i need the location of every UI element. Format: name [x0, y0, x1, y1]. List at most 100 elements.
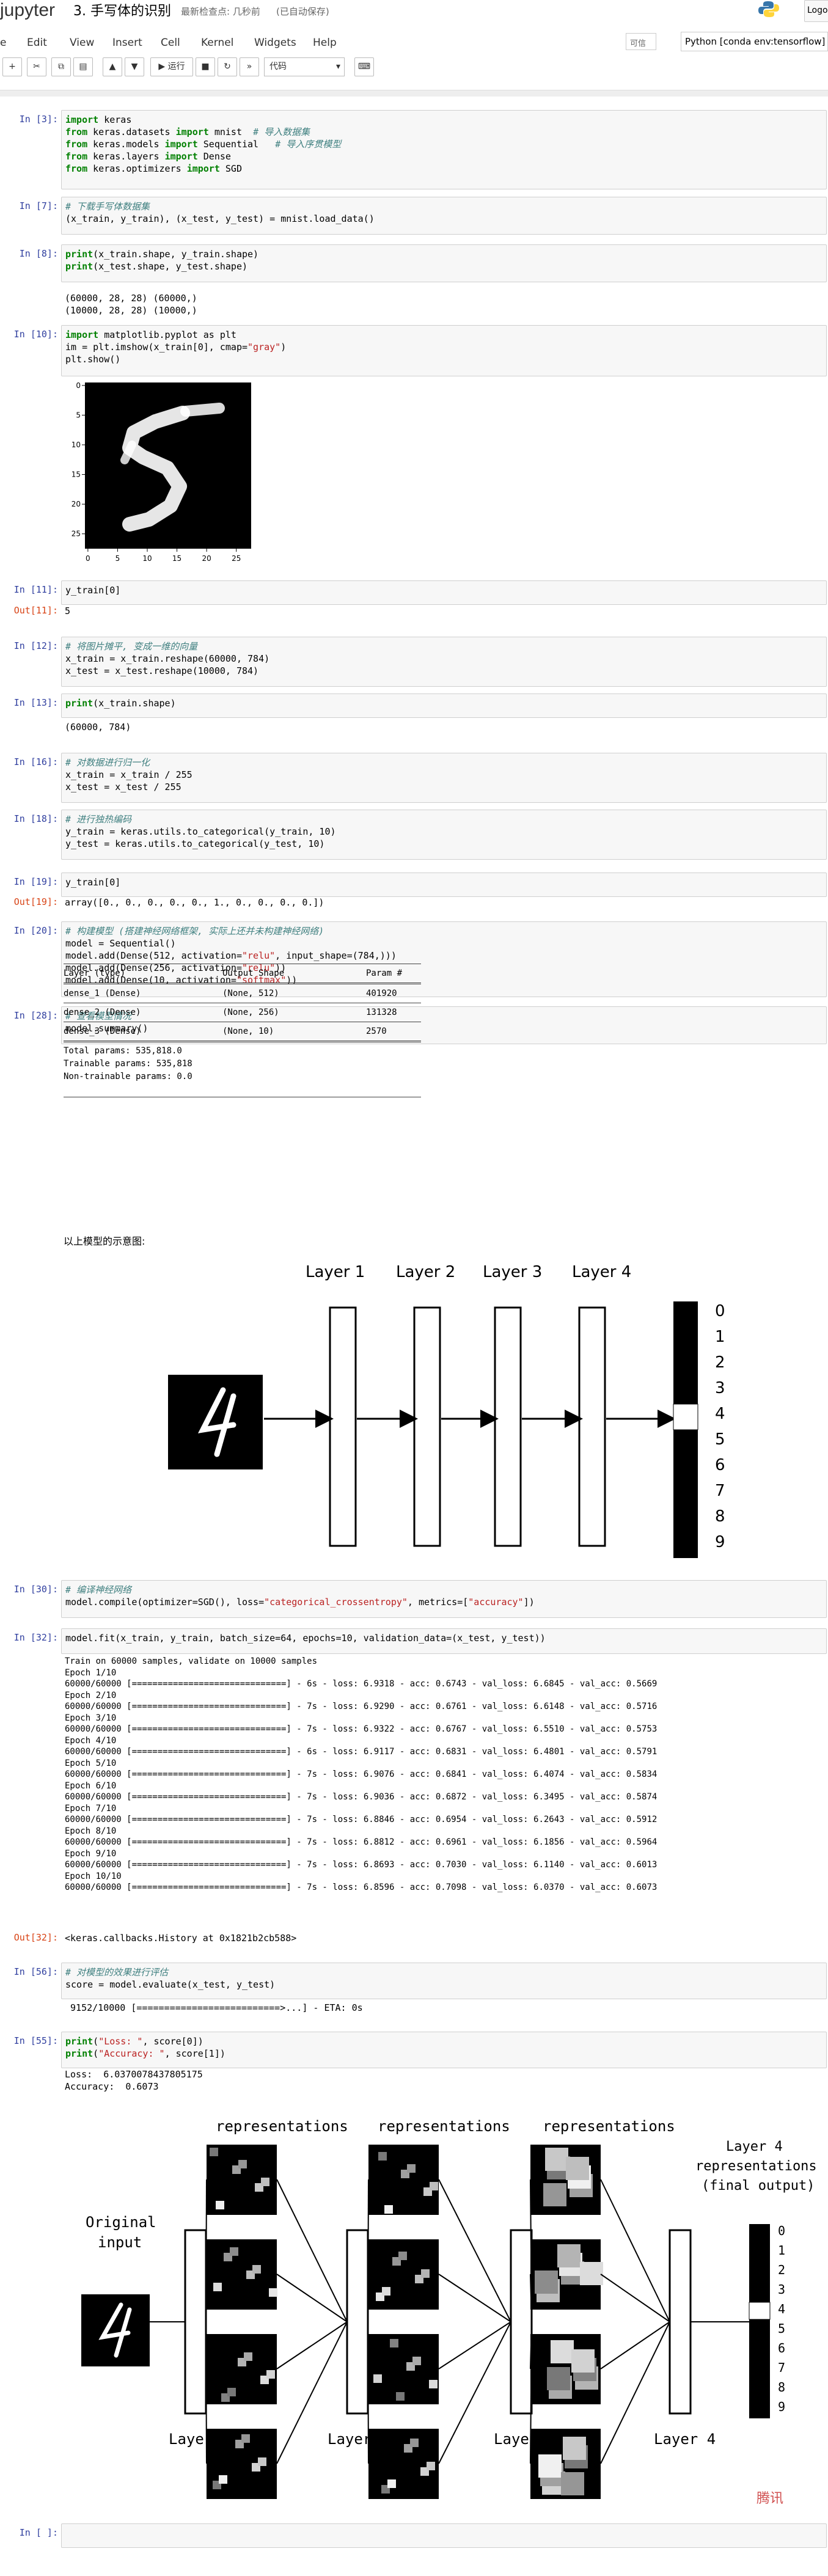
fast-forward-button[interactable]: »	[240, 57, 259, 76]
code-cell-input[interactable]: print(x_train.shape)	[61, 693, 827, 718]
connector-line	[438, 2274, 511, 2322]
output-active-cell	[749, 2302, 771, 2320]
representation-activation	[407, 2164, 416, 2173]
code-cell-input[interactable]: # 对数据进行归一化 x_train = x_train / 255 x_tes…	[61, 753, 827, 803]
code-cell-input[interactable]: import matplotlib.pyplot as plt im = plt…	[61, 325, 827, 376]
layer1-box	[184, 2229, 207, 2415]
code-cell-input[interactable]: # 对模型的效果进行评估 score = model.evaluate(x_te…	[61, 1963, 827, 1999]
final-output-label: (final output)	[702, 2178, 815, 2194]
total-params: Total params: 535,818.0	[64, 1046, 182, 1056]
cell-output: array([0., 0., 0., 0., 0., 1., 0., 0., 0…	[65, 897, 324, 908]
output-digit-label: 7	[778, 2360, 785, 2375]
paste-button[interactable]: ▤	[73, 57, 93, 76]
summary-param-count: 401920	[366, 989, 397, 998]
summary-output-shape: (None, 512)	[222, 989, 279, 998]
representation-activation	[219, 2475, 227, 2484]
y-tick-label: 5	[76, 411, 81, 419]
input-prompt: In [56]:	[13, 1966, 58, 1977]
representation-tile	[207, 2239, 277, 2310]
summary-layer-name: dense_1 (Dense)	[64, 989, 141, 998]
fast-forward-icon: »	[246, 62, 252, 71]
representation-activation	[227, 2388, 236, 2396]
logout-button[interactable]: Logout	[804, 0, 828, 22]
x-tick-label: 5	[115, 554, 120, 563]
menu-edit[interactable]: Edit	[27, 37, 47, 49]
code-cell-input[interactable]	[61, 2523, 827, 2548]
input-prompt: In [3]:	[19, 114, 58, 125]
chevron-down-icon: ▾	[335, 62, 340, 71]
menu-kernel[interactable]: Kernel	[201, 37, 233, 49]
code-cell-input[interactable]: y_train[0]	[61, 873, 827, 897]
input-prompt: In [11]:	[13, 584, 58, 595]
output-digit-label: 2	[778, 2263, 785, 2277]
layer-label: Layer 4	[654, 2431, 716, 2448]
code-cell-input[interactable]: import keras from keras.datasets import …	[61, 110, 827, 189]
summary-col-params: Param #	[366, 968, 403, 978]
representation-activation	[566, 2157, 589, 2180]
command-palette-button[interactable]: ⌨	[354, 57, 374, 76]
summary-row: dense_1 (Dense) (None, 512) 401920	[64, 984, 421, 1003]
jupyter-logo[interactable]: jupyter	[0, 0, 55, 21]
copy-button[interactable]: ⧉	[51, 57, 71, 76]
summary-col-shape: Output Shape	[222, 968, 285, 978]
menu-widgets[interactable]: Widgets	[254, 37, 296, 49]
code-cell-input[interactable]: # 进行独热编码 y_train = keras.utils.to_catego…	[61, 810, 827, 860]
code-cell-input[interactable]: print(x_train.shape, y_train.shape) prin…	[61, 244, 827, 282]
code-cell-input[interactable]: # 编译神经网络 model.compile(optimizer=SGD(), …	[61, 1580, 827, 1618]
run-button[interactable]: ▶ 运行	[150, 57, 193, 76]
mnist-figure: 0 5 10 15 20 25 0 5 10 15 20 25	[64, 378, 259, 567]
summary-layer-name: dense_2 (Dense)	[64, 1008, 141, 1017]
summary-row: dense_3 (Dense) (None, 10) 2570	[64, 1022, 421, 1041]
representation-activation	[545, 2148, 568, 2171]
input-prompt: In [8]:	[19, 248, 58, 259]
code-cell-input[interactable]: y_train[0]	[61, 580, 827, 605]
menu-cell[interactable]: Cell	[161, 37, 180, 49]
copy-icon: ⧉	[58, 62, 64, 71]
representation-activation	[269, 2288, 277, 2297]
representation-activation	[261, 2178, 269, 2186]
layer4-box	[578, 1306, 606, 1547]
representation-activation	[557, 2244, 581, 2267]
representation-activation	[244, 2352, 252, 2361]
layer3-box	[494, 1306, 522, 1547]
kernel-indicator[interactable]: Python [conda env:tensorflow] *	[681, 32, 828, 51]
representation-activation	[538, 2454, 562, 2478]
x-tick-label: 10	[142, 554, 152, 563]
summary-param-count: 2570	[366, 1026, 387, 1036]
representation-activation	[378, 2152, 387, 2161]
input-prompt: In [7]:	[19, 200, 58, 211]
layer-label: Layer 1	[169, 2431, 230, 2448]
restart-button[interactable]: ↻	[218, 57, 237, 76]
move-up-button[interactable]: ▲	[103, 57, 122, 76]
code-cell-input[interactable]: print("Loss: ", score[0]) print("Accurac…	[61, 2032, 827, 2068]
menu-file[interactable]: e	[0, 37, 6, 49]
menu-help[interactable]: Help	[313, 37, 337, 49]
move-down-button[interactable]: ▼	[125, 57, 144, 76]
cell-type-select[interactable]: 代码 ▾	[264, 57, 345, 76]
y-tick-label: 10	[71, 441, 81, 449]
layer-label: Layer 2	[328, 2431, 389, 2448]
input-prompt: In [19]:	[13, 876, 58, 887]
training-log: Train on 60000 samples, validate on 1000…	[65, 1656, 658, 1892]
input-prompt: In [28]:	[13, 1010, 58, 1021]
code-cell-input[interactable]: # 下载手写体数据集 (x_train, y_train), (x_test, …	[61, 197, 827, 235]
representation-activation	[230, 2247, 238, 2256]
add-cell-button[interactable]: +	[2, 57, 22, 76]
output-digit-label: 3	[715, 1379, 725, 1397]
watermark: 腾讯	[757, 2491, 783, 2506]
connector-line	[438, 2321, 511, 2369]
menu-view[interactable]: View	[70, 37, 94, 49]
code-cell-input[interactable]: # 将图片摊平, 变成一维的向量 x_train = x_train.resha…	[61, 637, 827, 687]
notebook-title[interactable]: 3. 手写体的识别	[73, 0, 171, 20]
stop-button[interactable]: ■	[196, 57, 215, 76]
cut-button[interactable]: ✂	[27, 57, 46, 76]
y-tick-label: 25	[71, 530, 81, 538]
cell-output: (60000, 28, 28) (60000,) (10000, 28, 28)…	[65, 293, 197, 316]
layer-label: Layer 3	[494, 2431, 555, 2448]
trusted-indicator[interactable]: 可信	[626, 33, 656, 50]
cell-type-value: 代码	[269, 62, 287, 71]
menu-insert[interactable]: Insert	[112, 37, 142, 49]
output-digit-label: 6	[715, 1456, 725, 1474]
toolbar: + ✂ ⧉ ▤ ▲ ▼ ▶ 运行 ■ ↻ » 代码 ▾ ⌨	[0, 57, 828, 82]
code-cell-input[interactable]: model.fit(x_train, y_train, batch_size=6…	[61, 1628, 827, 1654]
